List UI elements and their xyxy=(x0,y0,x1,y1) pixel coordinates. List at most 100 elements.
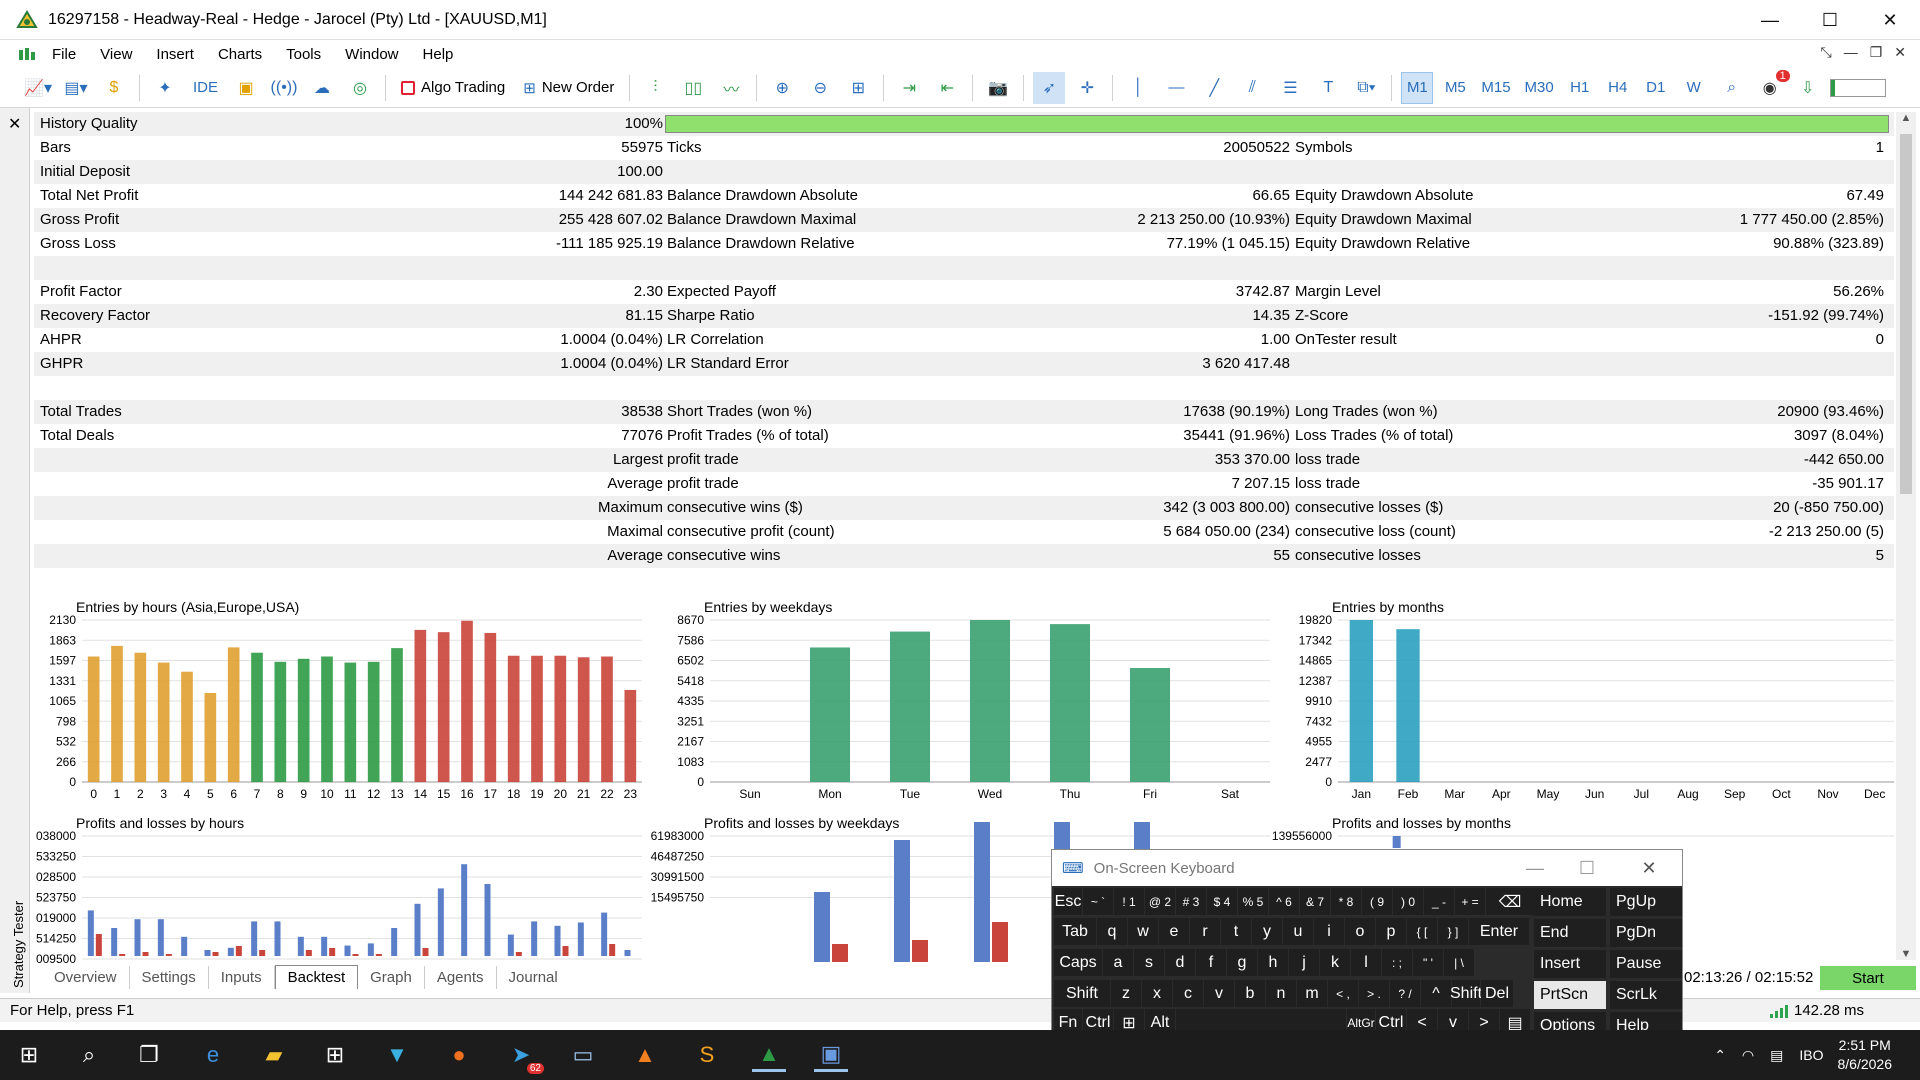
key[interactable]: l xyxy=(1351,949,1381,976)
key-end[interactable]: End xyxy=(1534,919,1606,947)
key[interactable]: d xyxy=(1165,949,1195,976)
clock[interactable]: 2:51 PM 8/6/2026 xyxy=(1838,1036,1893,1074)
child-restore-icon[interactable]: ❐ xyxy=(1870,44,1883,61)
metatrader-taskbar-icon[interactable]: ▲ xyxy=(752,1038,786,1072)
notifications-icon[interactable]: ◉ 1 xyxy=(1754,69,1790,104)
tab-inputs[interactable]: Inputs xyxy=(209,965,275,989)
horizontal-line-icon[interactable]: ― xyxy=(1160,72,1192,104)
key[interactable]: y xyxy=(1252,918,1282,945)
fibonacci-icon[interactable]: ☰ xyxy=(1274,72,1306,104)
child-close-icon[interactable]: ✕ xyxy=(1894,44,1906,61)
file-explorer-icon[interactable]: ▰ xyxy=(257,1038,291,1072)
trendline-icon[interactable]: ╱ xyxy=(1198,72,1230,104)
key[interactable]: s xyxy=(1134,949,1164,976)
key[interactable]: ^ xyxy=(1421,980,1451,1007)
key[interactable]: & 7 xyxy=(1300,888,1330,915)
close-button[interactable]: ✕ xyxy=(1860,0,1920,40)
ide-button[interactable]: IDE xyxy=(187,72,224,104)
search-icon[interactable]: ⌕ xyxy=(1716,72,1748,104)
chart-shift-icon[interactable]: ⇤ xyxy=(931,72,963,104)
scroll-down-icon[interactable]: ▼ xyxy=(1896,948,1916,960)
key[interactable]: x xyxy=(1142,980,1172,1007)
cursor-icon[interactable]: ➶ xyxy=(1033,71,1066,104)
key[interactable]: ) 0 xyxy=(1393,888,1423,915)
search-icon[interactable]: ⌕ xyxy=(72,1038,106,1072)
keyboard-language[interactable]: IBO xyxy=(1799,1047,1823,1063)
key[interactable]: h xyxy=(1258,949,1288,976)
vps-icon[interactable]: ◎ xyxy=(344,72,376,104)
timeframe-d1[interactable]: D1 xyxy=(1640,72,1672,104)
shapes-icon[interactable]: ⧉▾ xyxy=(1350,72,1382,104)
key[interactable]: Tab xyxy=(1054,918,1096,945)
new-chart-icon[interactable]: 📈▾ xyxy=(22,72,54,104)
key[interactable]: _ - xyxy=(1424,888,1454,915)
key-prtscn[interactable]: PrtScn xyxy=(1534,981,1606,1009)
algo-trading-button[interactable]: Algo Trading xyxy=(395,72,511,104)
remote-desktop-icon[interactable]: ▭ xyxy=(566,1038,600,1072)
key[interactable]: % 5 xyxy=(1238,888,1268,915)
close-panel-icon[interactable]: ✕ xyxy=(8,114,21,134)
child-minimize-icon[interactable]: — xyxy=(1844,44,1858,61)
app-taskbar-icon[interactable]: ▣ xyxy=(814,1038,848,1072)
start-button[interactable]: Start xyxy=(1820,966,1916,990)
cloud-icon[interactable]: ☁ xyxy=(306,72,338,104)
key[interactable]: v xyxy=(1204,980,1234,1007)
bar-chart-icon[interactable]: ⫶ xyxy=(639,72,671,104)
key-pgup[interactable]: PgUp xyxy=(1610,888,1682,916)
maximize-button[interactable]: ☐ xyxy=(1800,0,1860,40)
text-icon[interactable]: T xyxy=(1312,72,1344,104)
timeframe-w1[interactable]: W xyxy=(1678,72,1710,104)
key[interactable]: : ; xyxy=(1382,949,1412,976)
market-icon[interactable]: $ xyxy=(98,72,130,104)
timeframe-h4[interactable]: H4 xyxy=(1602,72,1634,104)
task-view-icon[interactable]: ❐ xyxy=(132,1038,166,1072)
key-scrlk[interactable]: ScrLk xyxy=(1610,981,1682,1009)
tab-overview[interactable]: Overview xyxy=(42,965,130,989)
osk-minimize-button[interactable]: — xyxy=(1512,850,1558,886)
timeframe-m5[interactable]: M5 xyxy=(1439,72,1471,104)
vertical-scrollbar[interactable]: ▲ ▼ xyxy=(1896,112,1916,960)
key[interactable]: Enter xyxy=(1469,918,1529,945)
key[interactable]: ! 1 xyxy=(1114,888,1144,915)
key[interactable]: u xyxy=(1283,918,1313,945)
key[interactable]: n xyxy=(1266,980,1296,1007)
scroll-up-icon[interactable]: ▲ xyxy=(1896,112,1916,132)
tab-agents[interactable]: Agents xyxy=(425,965,497,989)
autoscroll-icon[interactable]: ⇥ xyxy=(893,72,925,104)
key[interactable]: i xyxy=(1314,918,1344,945)
channel-icon[interactable]: ⫽ xyxy=(1236,72,1268,104)
minimize-button[interactable]: — xyxy=(1740,0,1800,40)
key-pgdn[interactable]: PgDn xyxy=(1610,919,1682,947)
key[interactable]: ⌫ xyxy=(1486,888,1534,915)
osk-close-button[interactable]: ✕ xyxy=(1626,850,1672,886)
key[interactable]: Esc xyxy=(1054,888,1082,915)
edge-icon[interactable]: e xyxy=(196,1038,230,1072)
strategy-tester-icon[interactable]: ⇩ xyxy=(1792,72,1824,104)
key[interactable]: Shift xyxy=(1450,980,1482,1007)
timeframe-h1[interactable]: H1 xyxy=(1564,72,1596,104)
vpn-icon[interactable]: ▼ xyxy=(380,1038,414,1072)
connection-status[interactable]: 142.28 ms xyxy=(1770,1002,1864,1019)
tray-chevron-icon[interactable]: ⌃ xyxy=(1714,1047,1726,1064)
timeframe-m15[interactable]: M15 xyxy=(1477,72,1514,104)
tile-windows-icon[interactable]: ⊞ xyxy=(842,72,874,104)
tab-settings[interactable]: Settings xyxy=(130,965,209,989)
key[interactable]: j xyxy=(1289,949,1319,976)
zoom-in-icon[interactable]: ⊕ xyxy=(766,72,798,104)
key[interactable]: p xyxy=(1376,918,1406,945)
key[interactable]: q xyxy=(1097,918,1127,945)
tab-graph[interactable]: Graph xyxy=(358,965,425,989)
vertical-line-icon[interactable]: │ xyxy=(1122,72,1154,104)
key[interactable]: ^ 6 xyxy=(1269,888,1299,915)
key[interactable]: m xyxy=(1297,980,1327,1007)
network-icon[interactable]: ◠ xyxy=(1742,1047,1754,1064)
key[interactable]: ~ ` xyxy=(1083,888,1113,915)
tab-journal[interactable]: Journal xyxy=(497,966,570,989)
timeframe-m1[interactable]: M1 xyxy=(1401,71,1434,104)
osk-maximize-button[interactable]: ☐ xyxy=(1564,850,1610,886)
key[interactable]: Del xyxy=(1481,980,1513,1007)
key[interactable]: $ 4 xyxy=(1207,888,1237,915)
key[interactable]: " ' xyxy=(1413,949,1443,976)
menu-insert[interactable]: Insert xyxy=(144,46,206,63)
key[interactable]: e xyxy=(1159,918,1189,945)
